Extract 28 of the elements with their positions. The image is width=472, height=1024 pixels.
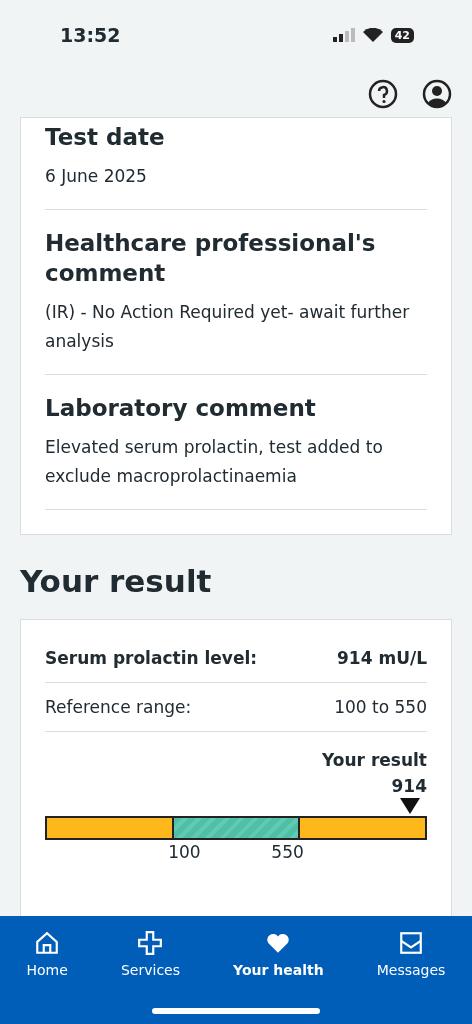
help-icon[interactable] bbox=[368, 78, 398, 109]
plus-icon bbox=[137, 930, 164, 956]
nav-tab[interactable]: Home bbox=[22, 930, 72, 986]
account-icon[interactable] bbox=[422, 78, 452, 109]
signal-icon bbox=[332, 28, 355, 42]
row-value: 914 mU/L bbox=[337, 648, 427, 668]
section-text: 6 June 2025 bbox=[45, 165, 148, 188]
home-icon bbox=[34, 930, 61, 956]
marker-caption: Your result bbox=[322, 750, 427, 770]
battery-level: 42 bbox=[390, 27, 414, 43]
section-heading: Healthcare professional's comment bbox=[45, 229, 377, 288]
row-label: Serum prolactin level: bbox=[45, 648, 258, 668]
section-text: Elevated serum prolactin, test added to exclude macroprolactinaemia bbox=[45, 436, 384, 488]
section-heading: Laboratory comment bbox=[45, 394, 317, 423]
row-label: Reference range: bbox=[45, 697, 192, 717]
wifi-icon bbox=[362, 28, 383, 42]
section-text: (IR) - No Action Required yet- await further analysis bbox=[45, 301, 411, 353]
nav-tab[interactable]: Your health bbox=[229, 930, 328, 986]
marker-value: 914 bbox=[391, 776, 427, 796]
row-value: 100 to 550 bbox=[334, 697, 427, 717]
status-time: 13:52 bbox=[60, 24, 121, 46]
nav-tab[interactable]: Services bbox=[116, 930, 184, 986]
section-heading: Test date bbox=[45, 123, 166, 152]
envelope-icon bbox=[398, 930, 425, 956]
nav-tab[interactable]: Messages bbox=[372, 930, 450, 986]
range-label: 100 bbox=[168, 842, 201, 862]
section-title: Your result bbox=[20, 563, 213, 599]
range-label: 550 bbox=[271, 842, 304, 862]
